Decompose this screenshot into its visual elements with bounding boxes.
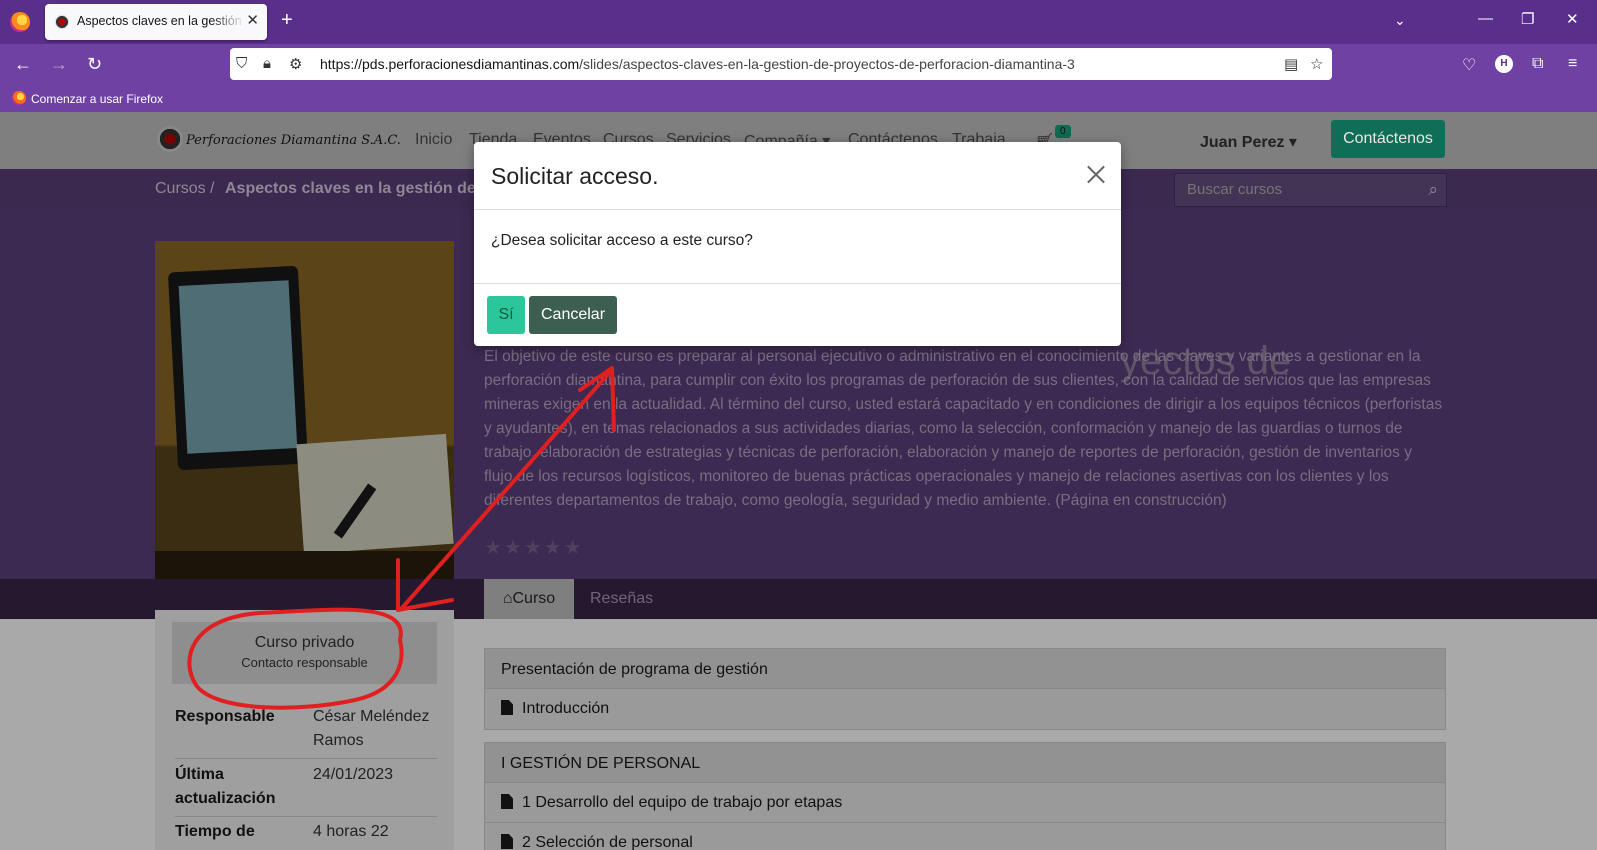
breadcrumb-current: Aspectos claves en la gestión de p (225, 180, 490, 197)
browser-nav-bar: ← → ↻ ⛉ 🔒︎ ⚙ https://pds.perforacionesdi… (0, 44, 1597, 86)
bookmark-get-started[interactable]: Comenzar a usar Firefox (31, 92, 163, 106)
section-title[interactable]: Presentación de programa de gestión (485, 649, 1445, 689)
modal-footer: Sí Cancelar (474, 283, 1121, 346)
breadcrumb-separator: / (210, 180, 215, 197)
firefox-bookmark-icon (12, 91, 26, 105)
info-row-tiempo: Tiempo de 4 horas 22 (175, 820, 437, 850)
course-sidebar: Curso privado Contacto responsable Respo… (155, 610, 454, 850)
lesson-item[interactable]: 1 Desarrollo del equipo de trabajo por e… (485, 783, 1445, 823)
course-section: I GESTIÓN DE PERSONAL 1 Desarrollo del e… (484, 742, 1446, 850)
close-window-icon[interactable]: ✕ (1566, 10, 1579, 28)
course-image (155, 241, 454, 610)
minimize-icon[interactable]: — (1478, 10, 1493, 27)
bookmarks-bar: Comenzar a usar Firefox (0, 86, 1597, 112)
info-value: César Meléndez Ramos (313, 708, 430, 749)
yes-button[interactable]: Sí (487, 296, 525, 334)
lesson-item[interactable]: Introducción (485, 689, 1445, 729)
document-icon (501, 834, 513, 849)
reload-icon[interactable]: ↻ (87, 55, 102, 73)
close-icon[interactable] (1085, 163, 1107, 185)
lesson-title: 2 Selección de personal (522, 834, 693, 850)
document-icon (501, 700, 513, 715)
private-course-box[interactable]: Curso privado Contacto responsable (172, 622, 437, 684)
lesson-title: Introducción (522, 700, 610, 717)
private-course-title: Curso privado (254, 634, 355, 651)
modal-header: Solicitar acceso. (474, 142, 1121, 210)
extensions-icon[interactable]: ⧉ (1532, 55, 1543, 73)
cancel-button[interactable]: Cancelar (529, 296, 617, 334)
shield-icon[interactable]: ⛉ (236, 55, 247, 72)
browser-tab-active[interactable]: Aspectos claves en la gestión de proyect… (45, 4, 267, 40)
modal-question: ¿Desea solicitar acceso a este curso? (491, 232, 753, 249)
user-menu[interactable]: Juan Perez ▾ (1200, 132, 1297, 152)
info-label: Tiempo de (175, 823, 255, 840)
notebook-illustration (296, 433, 454, 555)
breadcrumb-cursos[interactable]: Cursos (155, 180, 206, 198)
address-bar[interactable]: ⛉ 🔒︎ ⚙ https://pds.perforacionesdiamanti… (230, 48, 1332, 80)
section-title[interactable]: I GESTIÓN DE PERSONAL (485, 743, 1445, 783)
url-path: /slides/aspectos-claves-en-la-gestion-de… (579, 56, 1075, 72)
site-favicon-icon (55, 15, 69, 29)
back-arrow-icon[interactable]: ← (14, 55, 32, 73)
lesson-item[interactable]: 2 Selección de personal (485, 823, 1445, 850)
permissions-icon[interactable]: ⚙ (289, 55, 302, 73)
company-logo-text[interactable]: Perforaciones Diamantina S.A.C. (186, 133, 401, 148)
course-section: Presentación de programa de gestión Intr… (484, 648, 1446, 730)
company-logo-icon[interactable] (157, 126, 183, 152)
pocket-icon[interactable]: ♡ (1462, 55, 1476, 75)
tablet-illustration (167, 265, 309, 471)
course-description: El objetivo de este curso es preparar al… (484, 348, 1443, 509)
info-value: 4 horas 22 (313, 823, 389, 840)
request-access-modal: Solicitar acceso. ¿Desea solicitar acces… (474, 142, 1121, 346)
course-search[interactable]: ⌕ (1174, 173, 1447, 207)
tab-title: Aspectos claves en la gestión de proyect… (77, 14, 245, 28)
profile-avatar[interactable]: H (1495, 55, 1513, 73)
private-course-contact: Contacto responsable (241, 655, 368, 670)
browser-tab-bar: Aspectos claves en la gestión de proyect… (0, 0, 1597, 44)
tab-resenas[interactable]: Reseñas (590, 590, 653, 608)
tab-list-chevron-icon[interactable]: ⌄ (1394, 12, 1406, 29)
info-value: 24/01/2023 (313, 766, 394, 783)
search-icon[interactable]: ⌕ (1428, 180, 1438, 200)
menu-hamburger-icon[interactable]: ≡ (1568, 55, 1577, 73)
info-row-responsable: Responsable César Meléndez Ramos (175, 705, 437, 759)
modal-title: Solicitar acceso. (491, 163, 659, 189)
lesson-title: 1 Desarrollo del equipo de trabajo por e… (522, 794, 843, 811)
contact-button[interactable]: Contáctenos (1331, 120, 1445, 158)
url-text[interactable]: https://pds.perforacionesdiamantinas.com… (320, 56, 1075, 72)
new-tab-button[interactable]: + (281, 10, 293, 30)
bookmark-star-icon[interactable]: ☆ (1310, 55, 1323, 73)
document-icon (501, 794, 513, 809)
forward-arrow-icon[interactable]: → (50, 55, 68, 73)
restore-icon[interactable]: ❐ (1521, 10, 1534, 28)
lock-icon[interactable]: 🔒︎ (263, 55, 271, 72)
cart-count-badge: 0 (1055, 125, 1071, 138)
info-label: Última actualización (175, 766, 276, 807)
tab-curso[interactable]: ⌂Curso (484, 579, 574, 619)
tab-curso-label: Curso (512, 590, 556, 607)
url-domain: https://pds.perforacionesdiamantinas.com (320, 56, 580, 72)
reader-view-icon[interactable]: ▤ (1284, 55, 1298, 73)
search-input[interactable] (1187, 181, 1417, 198)
rating-stars[interactable]: ★★★★★ (484, 535, 584, 560)
info-label: Responsable (175, 708, 275, 725)
menu-inicio[interactable]: Inicio (415, 131, 452, 149)
info-row-actualizacion: Última actualización 24/01/2023 (175, 763, 437, 817)
tab-close-icon[interactable]: ✕ (246, 11, 259, 29)
firefox-logo-icon[interactable] (10, 12, 30, 32)
